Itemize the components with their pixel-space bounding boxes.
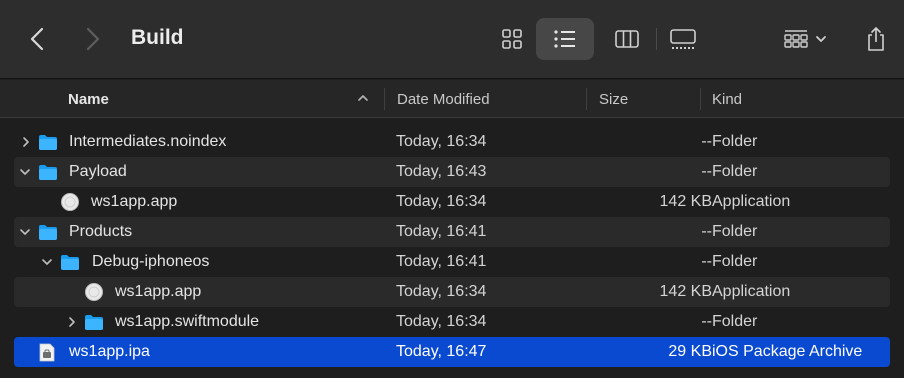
gallery-view-button[interactable] [668,22,698,56]
date-modified: Today, 16:34 [396,283,487,300]
list-icon [554,30,575,48]
group-grid-icon [784,30,808,48]
file-size: -- [701,163,712,180]
list-item[interactable]: ws1app.app Today, 16:34 142 KB Applicati… [14,277,890,307]
sort-ascending-icon [358,95,368,101]
file-kind: Folder [712,223,758,240]
toolbar: Build [0,0,904,79]
date-modified: Today, 16:34 [396,313,487,330]
file-name: ws1app.swiftmodule [115,313,260,330]
column-date-modified[interactable]: Date Modified [397,80,490,118]
chevron-down-icon [20,169,30,175]
column-kind[interactable]: Kind [712,80,742,118]
column-divider[interactable] [700,88,701,110]
date-modified: Today, 16:41 [396,253,487,270]
toolbar-separator [656,28,657,50]
forward-button[interactable] [78,22,108,56]
file-kind: Folder [712,253,758,270]
file-kind: Application [712,193,791,210]
column-divider[interactable] [586,88,587,110]
column-size[interactable]: Size [599,80,628,118]
window-title: Build [131,26,184,49]
disclosure-triangle[interactable] [20,135,32,149]
chevron-right-icon [69,317,75,327]
app-icon [85,283,103,301]
columns-icon [615,30,639,48]
file-name: ws1app.ipa [69,343,150,360]
chevron-right-icon [86,27,100,51]
file-name: Debug-iphoneos [92,253,210,270]
chevron-down-icon [816,36,826,42]
file-size: 142 KB [659,193,712,210]
file-size: -- [701,223,712,240]
file-size: 142 KB [659,283,712,300]
date-modified: Today, 16:41 [396,223,487,240]
date-modified: Today, 16:47 [396,343,487,360]
folder-icon [39,135,57,150]
list-item[interactable]: ws1app.app Today, 16:34 142 KB Applicati… [14,187,890,217]
file-size: -- [701,313,712,330]
list-item[interactable]: Debug-iphoneos Today, 16:41 -- Folder [14,247,890,277]
disclosure-triangle[interactable] [41,255,53,269]
list-view-button[interactable] [536,18,594,60]
file-name: ws1app.app [91,193,178,210]
file-size: 29 KB [668,343,712,360]
list-item[interactable]: ws1app.swiftmodule Today, 16:34 -- Folde… [14,307,890,337]
file-kind: Folder [712,313,758,330]
chevron-left-icon [30,27,44,51]
file-kind: Folder [712,163,758,180]
column-divider[interactable] [384,88,385,110]
chevron-down-icon [42,259,52,265]
column-view-button[interactable] [613,22,641,56]
file-name: Products [69,223,133,240]
date-modified: Today, 16:34 [396,193,487,210]
list-item[interactable]: Payload Today, 16:43 -- Folder [14,157,890,187]
folder-icon [39,225,57,240]
file-name: ws1app.app [115,283,202,300]
date-modified: Today, 16:43 [396,163,487,180]
share-button[interactable] [864,22,888,56]
grid-icon [502,29,522,49]
document-icon [39,343,55,362]
icon-view-button[interactable] [499,22,525,56]
file-kind: Application [712,283,791,300]
file-kind: iOS Package Archive [712,343,863,360]
file-kind: Folder [712,133,758,150]
folder-icon [39,165,57,180]
chevron-down-icon [20,229,30,235]
date-modified: Today, 16:34 [396,133,487,150]
list-item-selected[interactable]: ws1app.ipa Today, 16:47 29 KB iOS Packag… [14,337,890,367]
file-name: Payload [69,163,127,180]
column-name[interactable]: Name [68,80,109,118]
column-header: Name Date Modified Size Kind [0,80,904,118]
disclosure-triangle[interactable] [19,165,31,179]
disclosure-triangle[interactable] [19,225,31,239]
file-name: Intermediates.noindex [69,133,227,150]
list-item[interactable]: Products Today, 16:41 -- Folder [14,217,890,247]
disclosure-triangle[interactable] [66,315,78,329]
gallery-icon [670,29,696,49]
list-item[interactable]: Intermediates.noindex Today, 16:34 -- Fo… [14,127,890,157]
chevron-right-icon [23,137,29,147]
file-size: -- [701,253,712,270]
share-icon [868,27,884,51]
app-icon [61,193,79,211]
folder-icon [61,255,79,270]
folder-icon [85,315,103,330]
file-size: -- [701,133,712,150]
group-by-button[interactable] [780,22,830,56]
back-button[interactable] [22,22,52,56]
